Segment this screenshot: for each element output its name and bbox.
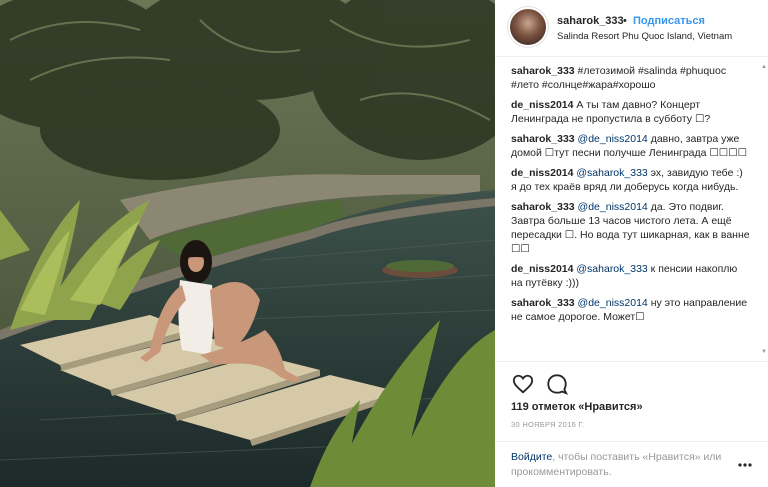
- comment-mention[interactable]: @saharok_333: [573, 167, 647, 179]
- post-date: 30 НОЯБРЯ 2016 Г.: [511, 420, 585, 429]
- avatar[interactable]: [510, 9, 546, 45]
- heart-icon[interactable]: [512, 373, 534, 395]
- comment-item: saharok_333 #летозимой #salinda #phuquoc…: [511, 64, 751, 92]
- comment-author[interactable]: saharok_333: [511, 133, 575, 145]
- scroll-down-arrow-icon[interactable]: ▼: [761, 349, 767, 355]
- login-prompt: Войдите, чтобы поставить «Нравится» или …: [495, 441, 768, 487]
- comments-list[interactable]: saharok_333 #летозимой #salinda #phuquoc…: [495, 64, 757, 359]
- comments-scrollbar[interactable]: [758, 60, 764, 360]
- comment-bubble-icon[interactable]: [546, 373, 568, 395]
- comment-item: de_niss2014 @saharok_333 к пенсии накопл…: [511, 262, 751, 290]
- follow-button[interactable]: Подписаться: [633, 15, 705, 27]
- more-options-icon[interactable]: [738, 462, 752, 468]
- comment-item: saharok_333 @de_niss2014 ну это направле…: [511, 296, 751, 324]
- location-link[interactable]: Salinda Resort Phu Quoc Island, Vietnam: [557, 31, 732, 42]
- post-photo[interactable]: [0, 0, 495, 487]
- comment-item: saharok_333 @de_niss2014 давно, завтра у…: [511, 132, 751, 160]
- comment-mention[interactable]: @de_niss2014: [575, 297, 648, 309]
- post-actions: [495, 361, 768, 401]
- comment-author[interactable]: de_niss2014: [511, 167, 573, 179]
- comment-author[interactable]: saharok_333: [511, 297, 575, 309]
- post-header: saharok_333 • Подписаться Salinda Resort…: [495, 0, 768, 57]
- comment-mention[interactable]: @de_niss2014: [575, 201, 648, 213]
- comment-item: de_niss2014 @saharok_333 эх, завидую теб…: [511, 166, 751, 194]
- comment-author[interactable]: de_niss2014: [511, 99, 573, 111]
- comment-mention[interactable]: @saharok_333: [573, 263, 647, 275]
- author-username[interactable]: saharok_333: [557, 15, 624, 27]
- comment-mention[interactable]: @de_niss2014: [575, 133, 648, 145]
- scroll-up-arrow-icon[interactable]: ▲: [761, 64, 767, 70]
- comment-author[interactable]: de_niss2014: [511, 263, 573, 275]
- comment-author[interactable]: saharok_333: [511, 65, 575, 77]
- login-link[interactable]: Войдите: [511, 451, 552, 463]
- likes-count[interactable]: 119 отметок «Нравится»: [511, 401, 643, 413]
- comment-author[interactable]: saharok_333: [511, 201, 575, 213]
- photo-image: [0, 0, 495, 487]
- separator-dot: •: [623, 15, 627, 27]
- comment-item: de_niss2014 А ты там давно? Концерт Лени…: [511, 98, 751, 126]
- comment-item: saharok_333 @de_niss2014 да. Это подвиг.…: [511, 200, 751, 256]
- post-sidebar: saharok_333 • Подписаться Salinda Resort…: [495, 0, 768, 487]
